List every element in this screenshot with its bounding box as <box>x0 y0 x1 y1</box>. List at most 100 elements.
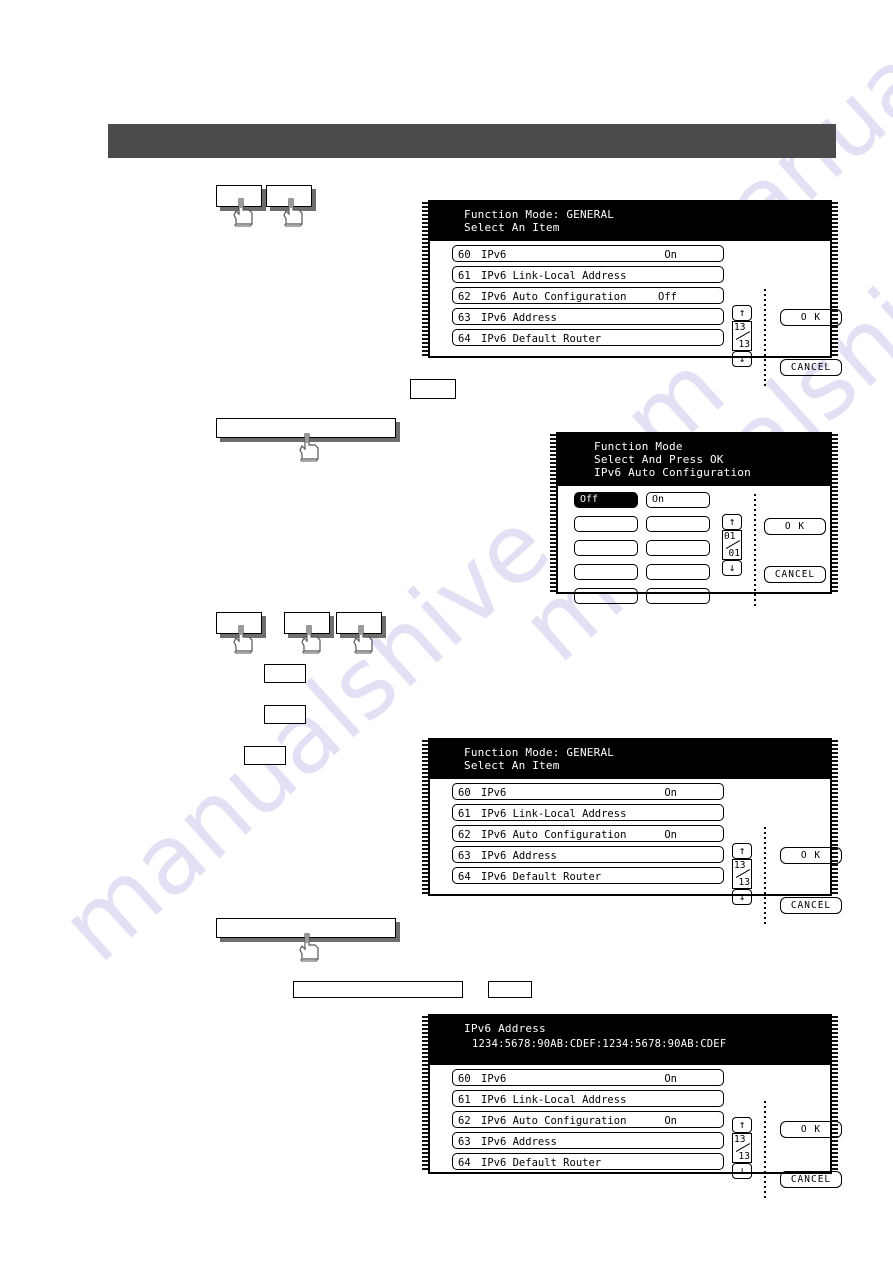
panel-bezel-right <box>832 740 838 894</box>
choice-option-blank[interactable] <box>646 540 710 556</box>
item-value: On <box>664 828 677 841</box>
panel-3-body: 60 IPv6 On 61 IPv6 Link-Local Address 62… <box>430 783 842 927</box>
item-label: IPv6 Auto Configuration <box>481 290 627 303</box>
choice-option-blank[interactable] <box>574 564 638 580</box>
lcd-panel-3: Function Mode: GENERAL Select An Item 60… <box>422 738 842 927</box>
item-value: On <box>664 1072 677 1085</box>
panel-divider <box>764 827 766 927</box>
ok-button[interactable]: O K <box>780 847 842 864</box>
list-item[interactable]: 64 IPv6 Default Router <box>452 1153 724 1170</box>
scroll-total: 13 <box>738 877 750 888</box>
item-label: IPv6 Link-Local Address <box>481 269 627 282</box>
item-number: 63 <box>458 311 471 324</box>
panel-1-title-line1: Function Mode: GENERAL <box>464 208 615 221</box>
cancel-button[interactable]: CANCEL <box>780 359 842 376</box>
list-item[interactable]: 62 IPv6 Auto Configuration On <box>452 825 724 842</box>
item-number: 62 <box>458 828 471 841</box>
item-label: IPv6 Address <box>481 1135 557 1148</box>
pointing-hand-icon <box>233 198 253 227</box>
ok-button[interactable]: O K <box>764 518 826 535</box>
panel-bezel-left <box>422 1016 428 1172</box>
scroll-down-icon[interactable]: ↓ <box>722 560 742 576</box>
item-number: 60 <box>458 786 471 799</box>
panel-bezel-right <box>832 202 838 356</box>
list-item[interactable]: 61 IPv6 Link-Local Address <box>452 1090 724 1107</box>
panel-bezel-right <box>832 434 838 592</box>
lcd-panel-4: IPv6 Address 1234:5678:90AB:CDEF:1234:56… <box>422 1014 842 1201</box>
pointing-hand-icon <box>299 933 319 962</box>
list-item[interactable]: 60 IPv6 On <box>452 245 724 262</box>
choice-option-blank[interactable] <box>574 516 638 532</box>
list-item[interactable]: 64 IPv6 Default Router <box>452 329 724 346</box>
ok-button[interactable]: O K <box>780 1121 842 1138</box>
list-item[interactable]: 63 IPv6 Address <box>452 846 724 863</box>
list-item[interactable]: 61 IPv6 Link-Local Address <box>452 804 724 821</box>
panel-4-title-line1: IPv6 Address <box>464 1022 546 1035</box>
panel-divider <box>754 494 756 606</box>
section-header-band <box>108 124 836 158</box>
list-item[interactable]: 63 IPv6 Address <box>452 1132 724 1149</box>
scroll-control[interactable]: ↑ 13 13 ↓ <box>732 843 754 905</box>
item-number: 60 <box>458 1072 471 1085</box>
choice-option-off[interactable]: Off <box>574 492 638 508</box>
list-item[interactable]: 60 IPv6 On <box>452 1069 724 1086</box>
scroll-up-icon[interactable]: ↑ <box>732 305 752 321</box>
choice-option-blank[interactable] <box>574 588 638 604</box>
scroll-control[interactable]: ↑ 13 13 ↓ <box>732 305 754 367</box>
scroll-page-indicator: 13 13 <box>732 859 752 889</box>
scroll-control[interactable]: ↑ 13 13 ↓ <box>732 1117 754 1179</box>
item-number: 63 <box>458 1135 471 1148</box>
cancel-button[interactable]: CANCEL <box>764 566 826 583</box>
panel-1-title: Function Mode: GENERAL Select An Item <box>430 202 830 241</box>
list-item[interactable]: 60 IPv6 On <box>452 783 724 800</box>
ipv6-address-value: 1234:5678:90AB:CDEF:1234:5678:90AB:CDEF <box>472 1038 727 1050</box>
panel-bezel-right <box>832 1016 838 1172</box>
list-item[interactable]: 62 IPv6 Auto Configuration On <box>452 1111 724 1128</box>
scroll-total: 13 <box>738 339 750 350</box>
scroll-down-icon[interactable]: ↓ <box>732 1163 752 1179</box>
choice-option-blank[interactable] <box>574 540 638 556</box>
cancel-button[interactable]: CANCEL <box>780 897 842 914</box>
item-value: On <box>664 248 677 261</box>
choice-option-blank[interactable] <box>646 588 710 604</box>
panel-bezel-left <box>422 740 428 894</box>
scroll-current: 13 <box>734 1134 746 1145</box>
item-value: On <box>664 786 677 799</box>
scroll-total: 13 <box>738 1151 750 1162</box>
blank-label-box <box>264 705 306 724</box>
list-item[interactable]: 62 IPv6 Auto Configuration Off <box>452 287 724 304</box>
item-label: IPv6 Link-Local Address <box>481 1093 627 1106</box>
item-label: IPv6 Default Router <box>481 870 602 883</box>
scroll-control[interactable]: ↑ 01 01 ↓ <box>722 514 744 576</box>
scroll-up-icon[interactable]: ↑ <box>722 514 742 530</box>
panel-2-title: Function Mode Select And Press OK IPv6 A… <box>558 434 830 486</box>
list-item[interactable]: 61 IPv6 Link-Local Address <box>452 266 724 283</box>
pointing-hand-icon <box>301 625 321 654</box>
item-number: 62 <box>458 290 471 303</box>
choice-option-blank[interactable] <box>646 564 710 580</box>
item-label: IPv6 <box>481 1072 507 1085</box>
list-item[interactable]: 64 IPv6 Default Router <box>452 867 724 884</box>
list-item[interactable]: 63 IPv6 Address <box>452 308 724 325</box>
ok-button[interactable]: O K <box>780 309 842 326</box>
item-number: 62 <box>458 1114 471 1127</box>
panel-2-title-line1: Function Mode <box>594 440 683 453</box>
cancel-button[interactable]: CANCEL <box>780 1171 842 1188</box>
scroll-page-indicator: 13 13 <box>732 321 752 351</box>
scroll-up-icon[interactable]: ↑ <box>732 1117 752 1133</box>
scroll-current: 13 <box>734 322 746 333</box>
scroll-up-icon[interactable]: ↑ <box>732 843 752 859</box>
choice-option-blank[interactable] <box>646 516 710 532</box>
item-label: IPv6 Auto Configuration <box>481 828 627 841</box>
scroll-down-icon[interactable]: ↓ <box>732 889 752 905</box>
scroll-down-icon[interactable]: ↓ <box>732 351 752 367</box>
item-label: IPv6 Default Router <box>481 1156 602 1169</box>
panel-4-title: IPv6 Address 1234:5678:90AB:CDEF:1234:56… <box>430 1016 830 1065</box>
panel-1-body: 60 IPv6 On 61 IPv6 Link-Local Address 62… <box>430 245 842 389</box>
choice-option-on[interactable]: On <box>646 492 710 508</box>
panel-4-body: 60 IPv6 On 61 IPv6 Link-Local Address 62… <box>430 1069 842 1201</box>
item-value: Off <box>658 290 677 303</box>
lcd-panel-1: Function Mode: GENERAL Select An Item 60… <box>422 200 842 389</box>
item-label: IPv6 <box>481 248 507 261</box>
panel-bezel-left <box>550 434 556 592</box>
